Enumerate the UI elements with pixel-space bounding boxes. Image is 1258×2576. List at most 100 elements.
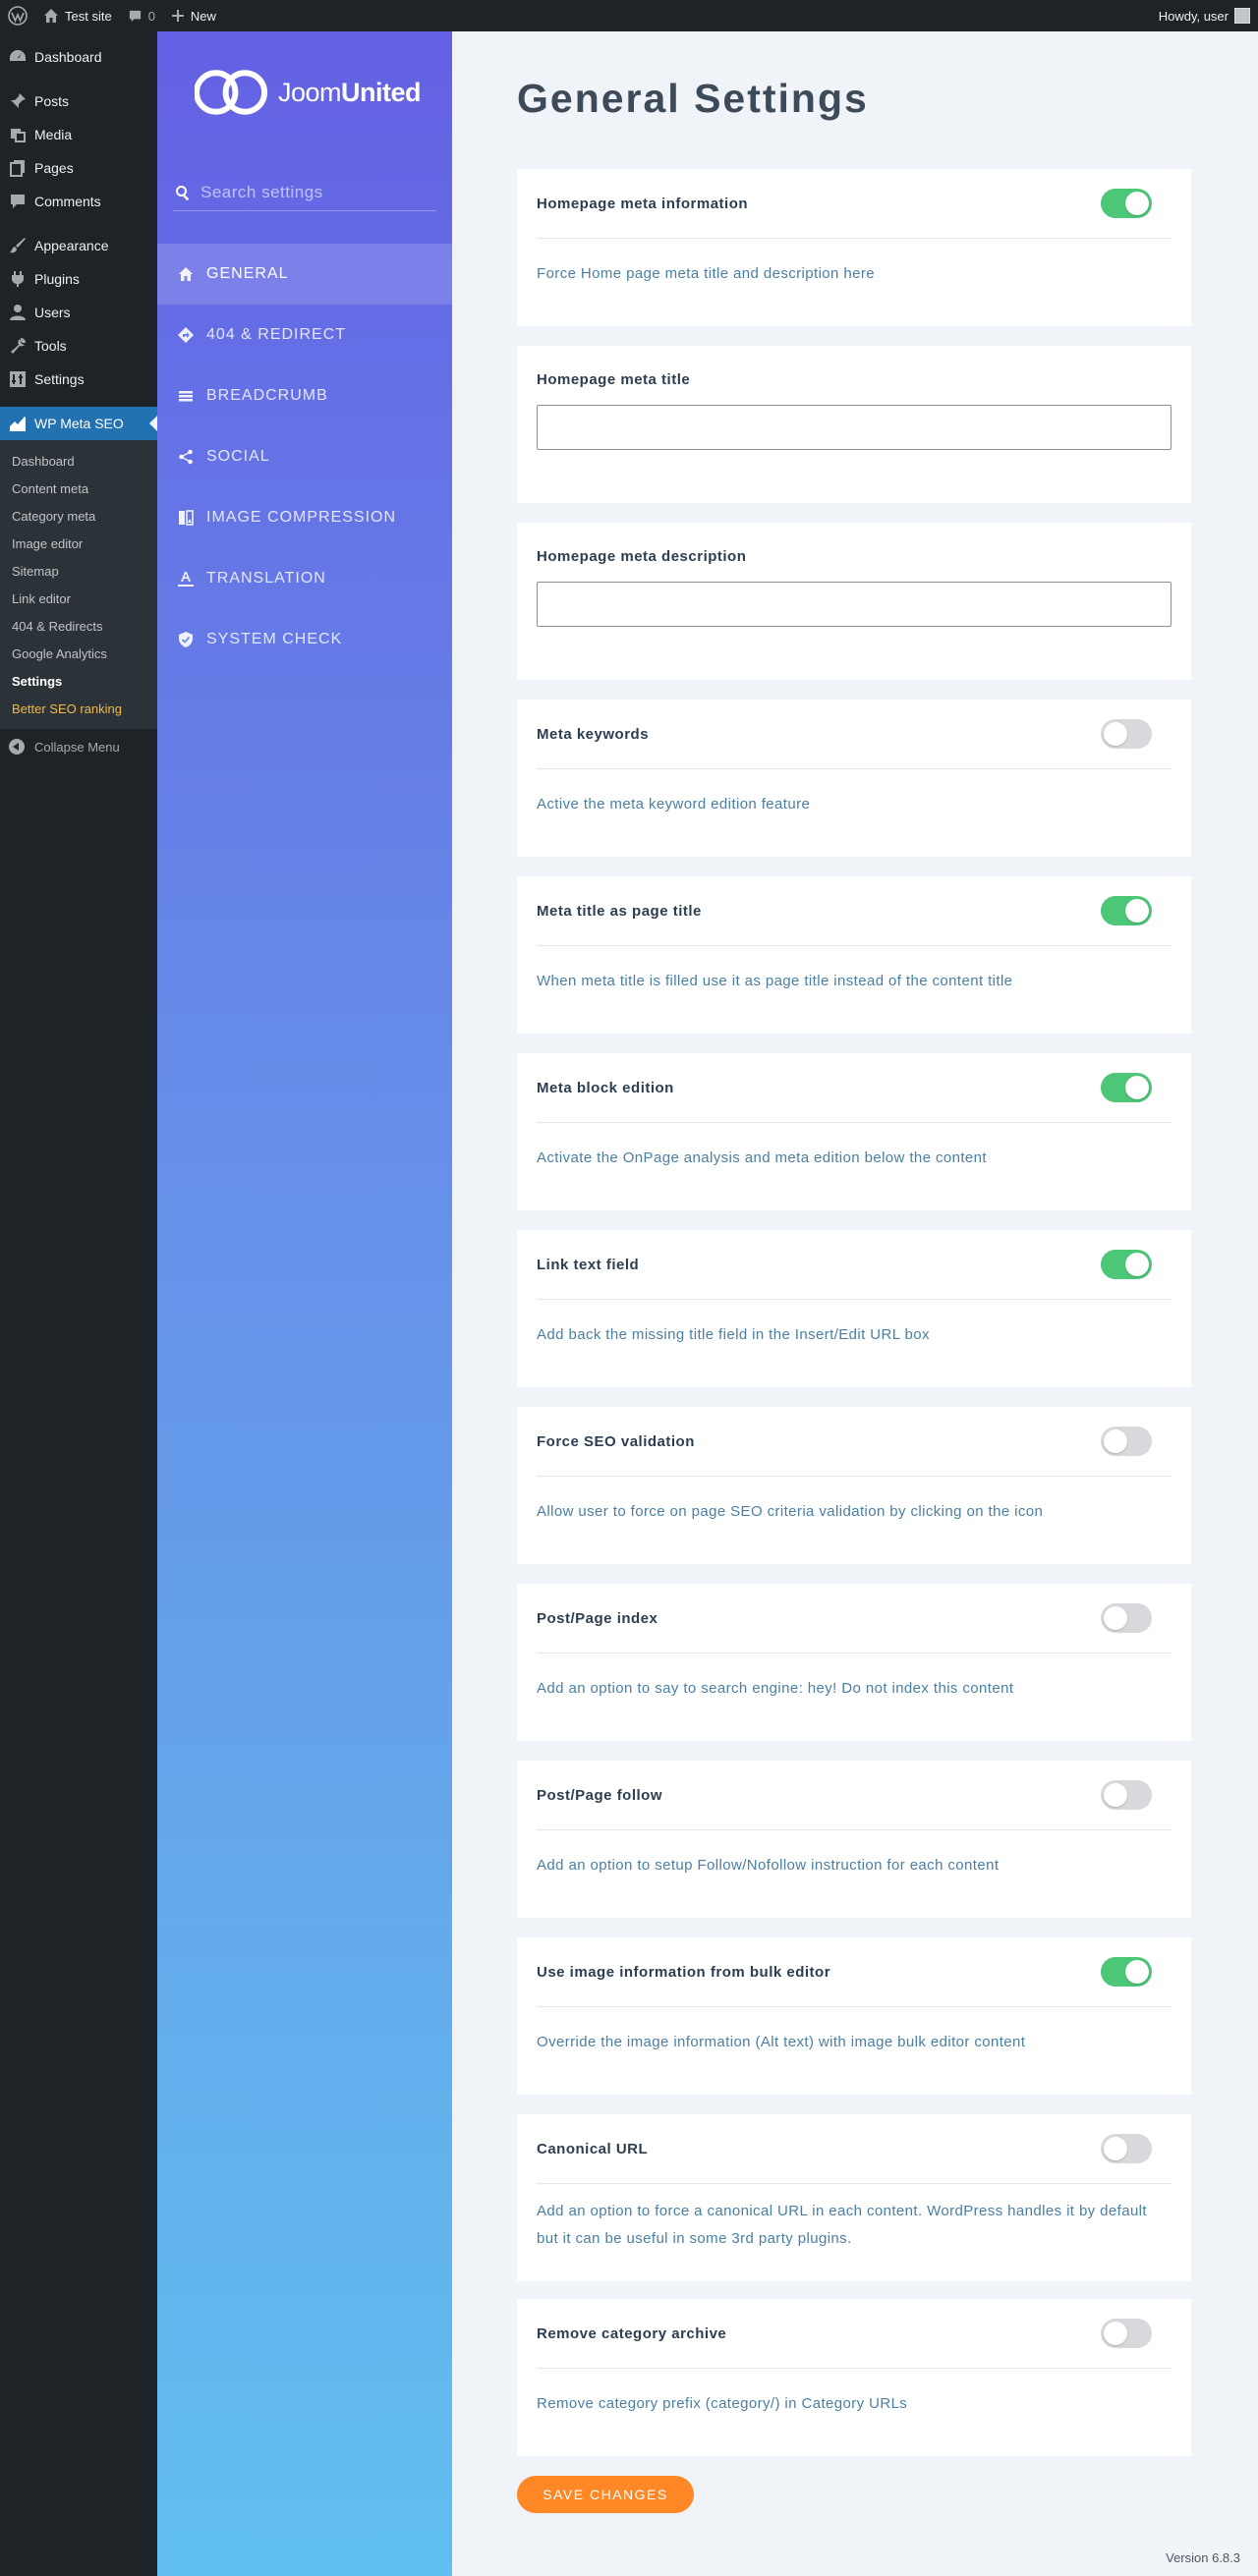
meta-block-edition-toggle[interactable] (1101, 1073, 1152, 1102)
menu-item-label: Posts (34, 93, 70, 109)
menu-item-users[interactable]: Users (0, 296, 157, 329)
tab-translation[interactable]: TRANSLATION (157, 548, 452, 609)
submenu-item[interactable]: 404 & Redirects (0, 612, 157, 640)
setting-card-use-image-information: Use image information from bulk editor O… (517, 1937, 1191, 2095)
collapse-menu-button[interactable]: Collapse Menu (0, 729, 157, 764)
setting-description: Add an option to setup Follow/Nofollow i… (537, 1857, 1000, 1874)
menu-item-label: Appearance (34, 238, 109, 253)
menu-item-pages[interactable]: Pages (0, 151, 157, 185)
site-name-link[interactable]: Test site (35, 0, 120, 31)
menu-item-label: Users (34, 305, 71, 320)
menu-item-label: Comments (34, 194, 101, 209)
setting-title: Post/Page follow (537, 1786, 663, 1804)
menu-item-label: Pages (34, 160, 74, 176)
joomunited-logo-icon (195, 70, 268, 115)
setting-title: Meta keywords (537, 725, 650, 743)
setting-title: Homepage meta title (537, 371, 691, 388)
homepage-meta-information-toggle[interactable] (1101, 189, 1152, 218)
link-text-field-toggle[interactable] (1101, 1250, 1152, 1279)
homepage-meta-title-input[interactable] (537, 405, 1172, 450)
comments-icon (9, 193, 27, 210)
submenu-item[interactable]: Google Analytics (0, 640, 157, 667)
plugin-settings-nav: JoomUnited GENERAL 404 & REDIRECT BREADC… (157, 31, 452, 2576)
setting-card-canonical-url: Canonical URL Add an option to force a c… (517, 2114, 1191, 2281)
menu-item-appearance[interactable]: Appearance (0, 229, 157, 262)
tab-system-check[interactable]: SYSTEM CHECK (157, 609, 452, 670)
pages-icon (9, 159, 27, 177)
site-name: Test site (65, 8, 112, 24)
menu-item-posts[interactable]: Posts (0, 84, 157, 118)
submenu-item[interactable]: Category meta (0, 502, 157, 530)
post-page-index-toggle[interactable] (1101, 1603, 1152, 1633)
translation-icon (177, 570, 195, 588)
home-icon (177, 265, 195, 283)
new-label: New (190, 8, 216, 24)
menu-item-settings[interactable]: Settings (0, 363, 157, 396)
breadcrumb-icon (177, 387, 195, 405)
submenu-item-better-seo-ranking[interactable]: Better SEO ranking (0, 695, 157, 722)
comments-link[interactable]: 0 (120, 0, 163, 31)
setting-card-meta-title-as-page-title: Meta title as page title When meta title… (517, 876, 1191, 1034)
setting-card-homepage-meta-title: Homepage meta title (517, 346, 1191, 503)
menu-item-wp-meta-seo[interactable]: WP Meta SEO (0, 407, 157, 440)
my-account-link[interactable]: Howdy, user (1151, 0, 1258, 31)
use-image-information-toggle[interactable] (1101, 1957, 1152, 1987)
setting-description: Override the image information (Alt text… (537, 2034, 1026, 2050)
tab-social[interactable]: SOCIAL (157, 426, 452, 487)
post-page-follow-toggle[interactable] (1101, 1780, 1152, 1810)
submenu-item[interactable]: Content meta (0, 475, 157, 502)
plug-icon (9, 270, 27, 288)
save-changes-button[interactable]: SAVE CHANGES (517, 2476, 694, 2513)
menu-item-comments[interactable]: Comments (0, 185, 157, 218)
tab-image-compression[interactable]: IMAGE COMPRESSION (157, 487, 452, 548)
submenu-item-settings[interactable]: Settings (0, 667, 157, 695)
menu-item-label: Settings (34, 371, 85, 387)
dashboard-icon (9, 48, 27, 66)
redirect-icon (177, 326, 195, 344)
settings-search (173, 174, 436, 211)
wrench-icon (9, 337, 27, 355)
wordpress-logo-icon[interactable] (0, 0, 35, 31)
menu-item-label: Dashboard (34, 49, 102, 65)
submenu-item[interactable]: Link editor (0, 585, 157, 612)
sliders-icon (9, 370, 27, 388)
canonical-url-toggle[interactable] (1101, 2134, 1152, 2163)
tab-404-redirect[interactable]: 404 & REDIRECT (157, 305, 452, 365)
force-seo-validation-toggle[interactable] (1101, 1427, 1152, 1456)
tab-label: BREADCRUMB (206, 387, 328, 404)
submenu-item[interactable]: Dashboard (0, 447, 157, 475)
avatar (1234, 8, 1250, 24)
setting-card-meta-block-edition: Meta block edition Activate the OnPage a… (517, 1053, 1191, 1210)
meta-title-as-page-title-toggle[interactable] (1101, 896, 1152, 925)
search-input[interactable] (200, 182, 427, 202)
new-content-link[interactable]: New (163, 0, 224, 31)
plus-icon (171, 9, 185, 23)
page-title: General Settings (517, 76, 869, 121)
setting-title: Meta block edition (537, 1079, 674, 1096)
image-compression-icon (177, 509, 195, 527)
menu-item-label: WP Meta SEO (34, 416, 124, 431)
wp-meta-seo-submenu: Dashboard Content meta Category meta Ima… (0, 440, 157, 729)
menu-item-label: Media (34, 127, 73, 142)
setting-description: When meta title is filled use it as page… (537, 973, 1013, 989)
menu-item-tools[interactable]: Tools (0, 329, 157, 363)
tab-breadcrumb[interactable]: BREADCRUMB (157, 365, 452, 426)
setting-title: Post/Page index (537, 1609, 658, 1627)
setting-description: Remove category prefix (category/) in Ca… (537, 2395, 908, 2412)
submenu-item[interactable]: Image editor (0, 530, 157, 557)
remove-category-archive-toggle[interactable] (1101, 2319, 1152, 2348)
meta-keywords-toggle[interactable] (1101, 719, 1152, 749)
setting-description: Add back the missing title field in the … (537, 1326, 930, 1343)
menu-item-dashboard[interactable]: Dashboard (0, 40, 157, 74)
menu-item-media[interactable]: Media (0, 118, 157, 151)
submenu-item[interactable]: Sitemap (0, 557, 157, 585)
brush-icon (9, 237, 27, 254)
setting-card-homepage-meta-information: Homepage meta information Force Home pag… (517, 169, 1191, 326)
admin-menu: Dashboard Posts Media Pages Comments App… (0, 31, 157, 2576)
setting-description: Active the meta keyword edition feature (537, 796, 811, 812)
tab-general[interactable]: GENERAL (157, 244, 452, 305)
menu-item-plugins[interactable]: Plugins (0, 262, 157, 296)
setting-title: Use image information from bulk editor (537, 1963, 831, 1981)
setting-title: Canonical URL (537, 2140, 649, 2157)
homepage-meta-description-input[interactable] (537, 582, 1172, 627)
